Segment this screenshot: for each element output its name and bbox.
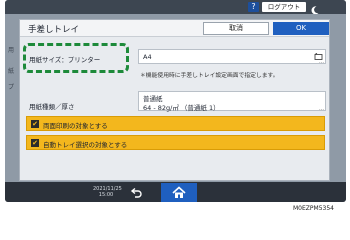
checkmark-icon: ✔ (31, 139, 39, 147)
figure-caption: M0EZPM5354 (293, 205, 334, 212)
callout-highlight (23, 43, 129, 73)
duplex-target-label: 両面印刷の対象とする (43, 122, 108, 130)
paper-size-field[interactable]: A4 … (138, 49, 326, 65)
dialog-title: 手差しトレイ (28, 25, 80, 35)
back-button[interactable] (129, 185, 143, 199)
time-text: 15:00 (98, 192, 114, 198)
more-dots-icon: … (319, 59, 324, 65)
top-status-bar: ? ログアウト (5, 0, 346, 15)
help-button[interactable]: ? (248, 2, 259, 12)
paper-type-label: 用紙種類／厚さ (29, 103, 75, 111)
cancel-button[interactable]: 取消 (203, 22, 269, 35)
energy-saver-button[interactable] (309, 1, 320, 15)
bypass-tray-dialog: 手差しトレイ 取消 OK 用紙サイズ：プリンター A4 … ＊機能使用時に手差し… (19, 19, 330, 181)
home-button[interactable] (161, 183, 197, 202)
duplex-target-checkbox[interactable]: ✔ 両面印刷の対象とする (26, 116, 325, 131)
note-text: ＊機能使用時に手差しトレイ設定画面で指定します。 (140, 73, 279, 79)
logout-button[interactable]: ログアウト (262, 2, 306, 12)
more-dots-icon: … (319, 106, 324, 112)
home-icon (172, 186, 186, 198)
paper-type-weight: 64 - 82g/㎡ （普通紙 1） (143, 104, 220, 112)
background-text: 紙 (8, 68, 15, 75)
bottom-bar: 2021/11/25 15:00 (5, 182, 346, 202)
date-time: 2021/11/25 15:00 (93, 186, 122, 198)
paper-size-value: A4 (143, 53, 152, 61)
back-arrow-icon (130, 187, 142, 198)
auto-tray-target-checkbox[interactable]: ✔ 自動トレイ選択の対象とする (26, 135, 325, 150)
ok-button[interactable]: OK (273, 22, 329, 35)
auto-tray-target-label: 自動トレイ選択の対象とする (43, 141, 128, 149)
device-screen: ? ログアウト 用 紙 プ 手差しトレイ 取消 OK 用紙サイズ：プリンター A… (5, 0, 346, 202)
background-text: プ (8, 84, 15, 91)
paper-type-field[interactable]: 普通紙 64 - 82g/㎡ （普通紙 1） … (138, 91, 326, 112)
background-text: 用 (8, 47, 15, 54)
checkmark-icon: ✔ (31, 120, 39, 128)
dialog-header: 手差しトレイ 取消 OK (20, 20, 329, 37)
